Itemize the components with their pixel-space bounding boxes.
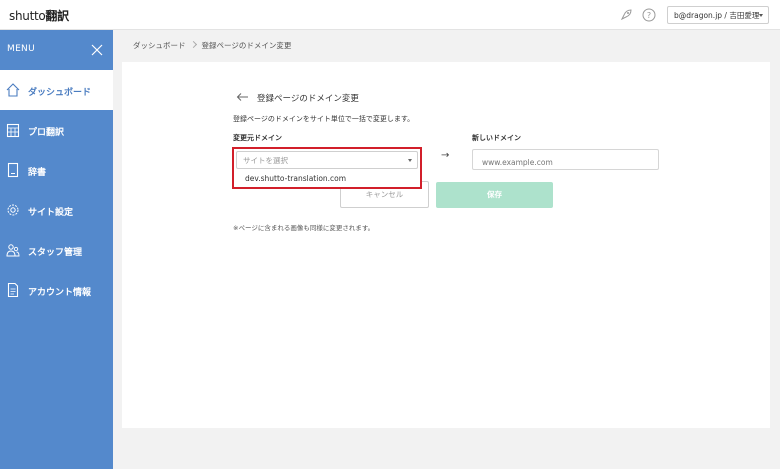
note-text: ※ページに含まれる画像も同様に変更されます。 xyxy=(233,224,375,232)
chevron-right-icon xyxy=(189,40,197,49)
breadcrumb: ダッシュボード 登録ページのドメイン変更 xyxy=(133,40,291,51)
sidebar-item-label: プロ翻訳 xyxy=(28,128,65,138)
breadcrumb-current: 登録ページのドメイン変更 xyxy=(201,41,292,50)
close-icon[interactable] xyxy=(90,43,104,57)
page-description: 登録ページのドメインをサイト単位で一括で変更します。 xyxy=(233,115,415,123)
sidebar-item-dashboard[interactable]: ダッシュボード xyxy=(0,70,113,110)
account-label: b@dragon.jp / 吉田愛理 xyxy=(674,11,760,20)
book-icon xyxy=(7,162,19,178)
document-icon xyxy=(7,282,19,298)
gear-icon xyxy=(7,204,19,216)
sidebar-item-label: アカウント情報 xyxy=(28,288,92,298)
site-select-placeholder: サイトを選択 xyxy=(243,156,288,165)
account-dropdown[interactable]: b@dragon.jp / 吉田愛理 xyxy=(667,6,769,24)
sidebar-item-label: スタッフ管理 xyxy=(28,248,83,258)
sidebar-item-dictionary[interactable]: 辞書 xyxy=(0,150,113,190)
staff-icon xyxy=(6,244,20,257)
save-button[interactable]: 保存 xyxy=(436,182,553,208)
breadcrumb-root[interactable]: ダッシュボード xyxy=(133,41,186,50)
menu-label: MENU xyxy=(7,44,35,54)
sidebar-item-account[interactable]: アカウント情報 xyxy=(0,270,113,310)
sidebar-item-label: サイト設定 xyxy=(28,208,74,218)
sidebar: MENU ダッシュボード プロ翻訳 辞書 サイト設定 スタッフ管理 アカウント情… xyxy=(0,30,113,469)
sidebar-item-staff[interactable]: スタッフ管理 xyxy=(0,230,113,270)
site-select[interactable]: サイトを選択 xyxy=(236,151,418,169)
source-domain-dropdown: サイトを選択 dev.shutto-translation.com xyxy=(232,147,422,189)
new-domain-input[interactable] xyxy=(472,149,659,170)
new-domain-label: 新しいドメイン xyxy=(472,134,521,142)
sidebar-item-site-settings[interactable]: サイト設定 xyxy=(0,190,113,230)
dropdown-option[interactable]: dev.shutto-translation.com xyxy=(236,171,418,186)
chevron-down-icon xyxy=(759,14,763,17)
sidebar-item-label: ダッシュボード xyxy=(28,88,92,98)
back-arrow-icon[interactable] xyxy=(236,92,249,102)
top-bar: shutto翻訳 ? b@dragon.jp / 吉田愛理 xyxy=(0,0,780,30)
menu-header: MENU xyxy=(0,30,113,70)
logo-text: shutto xyxy=(9,9,46,23)
home-icon xyxy=(6,83,20,97)
logo-suffix: 翻訳 xyxy=(45,9,69,23)
svg-text:?: ? xyxy=(647,11,651,20)
rocket-icon[interactable] xyxy=(619,8,633,22)
sidebar-item-pro-translation[interactable]: プロ翻訳 xyxy=(0,110,113,150)
sidebar-item-label: 辞書 xyxy=(28,168,47,178)
chevron-down-icon xyxy=(408,159,412,162)
app-logo[interactable]: shutto翻訳 xyxy=(9,7,69,24)
main-card xyxy=(122,62,770,428)
help-icon[interactable]: ? xyxy=(642,8,656,22)
page-title: 登録ページのドメイン変更 xyxy=(257,94,359,104)
source-domain-label: 変更元ドメイン xyxy=(233,134,282,142)
arrow-right-icon: → xyxy=(441,150,450,161)
calendar-grid-icon xyxy=(6,123,20,138)
